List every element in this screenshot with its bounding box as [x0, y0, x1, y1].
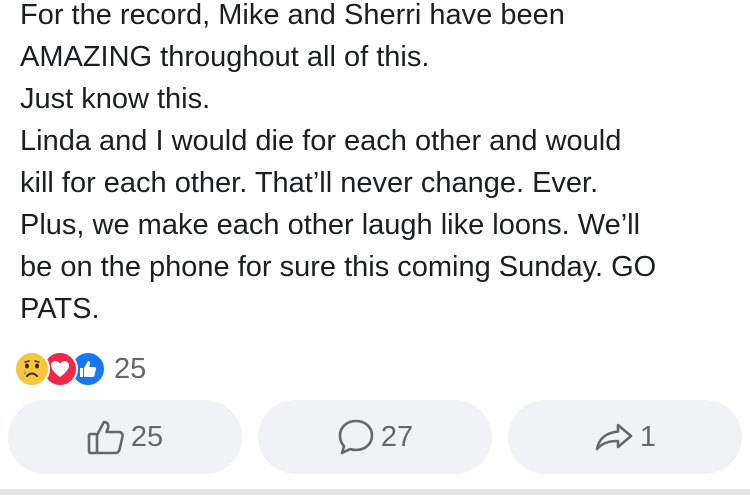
reaction-icons [14, 351, 106, 387]
comment-count: 27 [380, 420, 414, 453]
reaction-summary[interactable]: 25 [14, 350, 146, 388]
post-line: Linda and I would die for each other and… [20, 125, 622, 157]
post-line: kill for each other. That’ll never chang… [20, 167, 599, 199]
comment-button[interactable]: 27 [258, 400, 492, 474]
post-line: Plus, we make each other laugh like loon… [20, 209, 641, 241]
like-button[interactable]: 25 [8, 400, 242, 474]
action-bar: 25 27 1 [8, 400, 742, 474]
post-line: AMAZING throughout all of this. [20, 41, 430, 73]
post-line: be on the phone for sure this coming Sun… [20, 251, 657, 283]
comment-bubble-icon [337, 418, 375, 456]
post-line: Just know this. [20, 83, 211, 115]
post-line: For the record, Mike and Sherri have bee… [20, 0, 565, 31]
post-line: PATS. [20, 293, 100, 325]
section-divider [0, 489, 750, 495]
share-count: 1 [639, 420, 657, 453]
sad-reaction-icon [14, 351, 50, 387]
share-arrow-icon [594, 422, 634, 452]
thumbs-up-icon [87, 419, 125, 455]
post-body: For the record, Mike and Sherri have bee… [20, 0, 740, 330]
reaction-count: 25 [114, 352, 147, 385]
like-count: 25 [130, 420, 164, 453]
share-button[interactable]: 1 [508, 400, 742, 474]
